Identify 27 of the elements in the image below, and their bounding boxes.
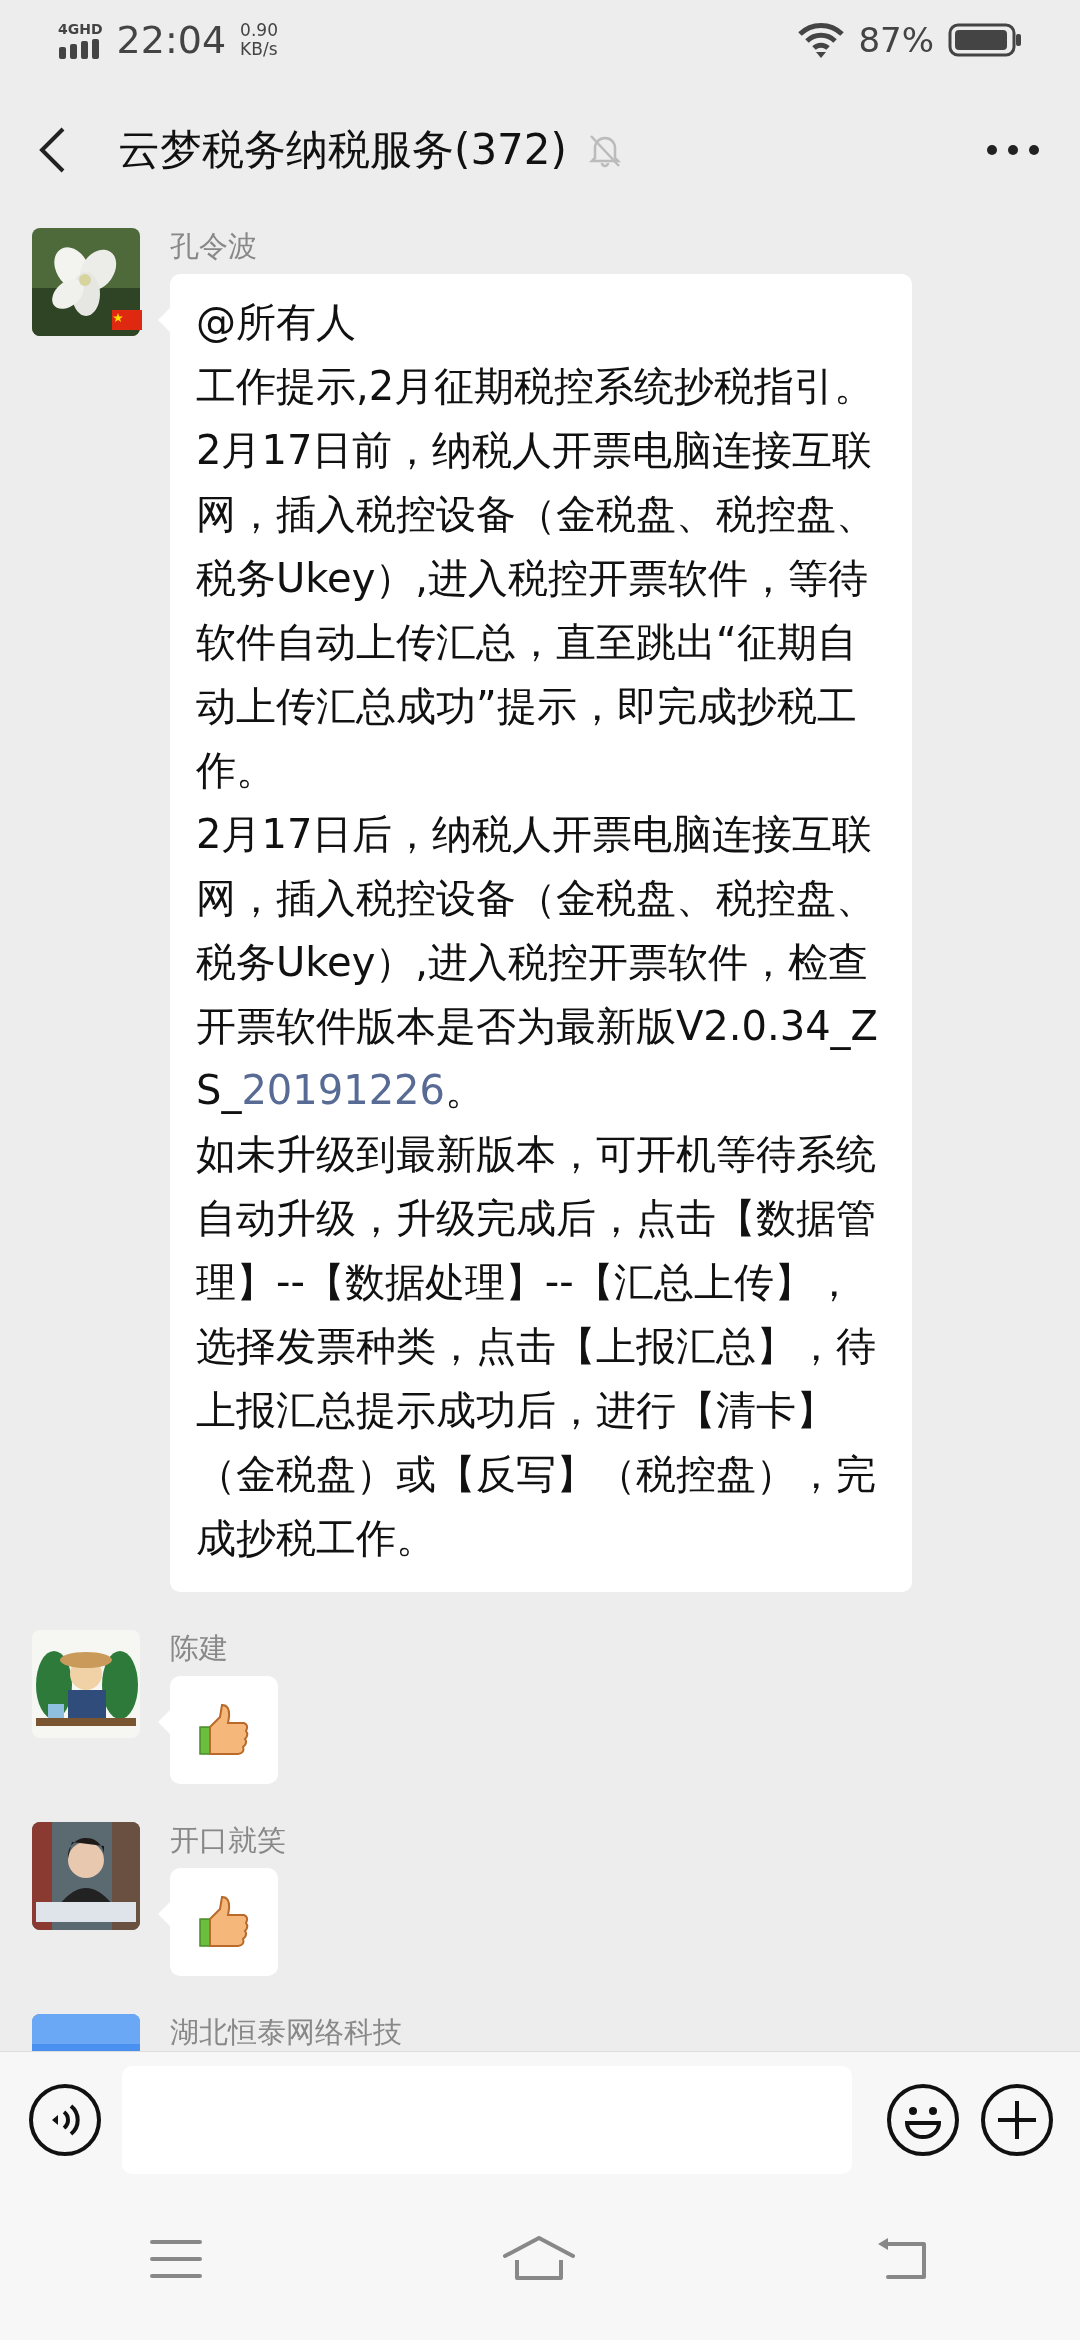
home-icon[interactable]: [503, 2236, 575, 2282]
menu-icon[interactable]: [150, 2239, 203, 2279]
emoji-icon[interactable]: [886, 2083, 960, 2157]
sender-name: 孔令波: [170, 228, 258, 264]
wifi-icon: [798, 22, 845, 58]
battery-icon: [948, 23, 1022, 57]
thumbs-up-icon: [198, 1895, 250, 1949]
message-text: 2月17日后，纳税人开票电脑连接互联网，插入税控设备（金税盘、税控盘、税务Ukey）,进入税控开票软件，检查开票软件版本是否为最新版V2.0.34_ZS_20191226。: [196, 810, 879, 1116]
network-label: 4GHD: [58, 21, 103, 37]
sender-name: 陈建: [170, 1630, 229, 1666]
message-text: @所有人: [196, 298, 357, 347]
more-icon[interactable]: [986, 144, 1040, 156]
message-text: 工作提示,2月征期税控系统抄税指引。2月17日前，纳税人开票电脑连接互联网，插入税控设备（金税盘、税控盘、税务Ukey）,进入税控开票软件，等待软件自动上传汇总，直至跳出“征期自动上传汇总成功”提示，即完成抄税工作。: [196, 362, 877, 795]
chat-title: 云梦税务纳税服务(372): [118, 124, 567, 176]
thumbs-up-icon: [198, 1703, 250, 1757]
sender-name: 开口就笑: [170, 1822, 286, 1858]
back-icon[interactable]: [38, 126, 66, 174]
clock-time: 22:04: [116, 18, 227, 62]
battery-percent: 87%: [858, 20, 934, 60]
number-link[interactable]: 20191226: [241, 1067, 445, 1113]
speed-value: 0.90: [240, 21, 278, 40]
sender-name: 湖北恒泰网络科技: [170, 2014, 402, 2050]
speed-unit: KB/s: [240, 40, 278, 59]
voice-icon[interactable]: [28, 2083, 102, 2157]
message-text: 如未升级到最新版本，可开机等待系统自动升级，升级完成后，点击【数据管理】--【数据处理】--【汇总上传】，选择发票种类，点击【上报汇总】，待上报汇总提示成功后，进行【清卡】（金税盘）或【反写】（税控盘），完成抄税工作。: [196, 1130, 877, 1563]
add-icon[interactable]: [980, 2083, 1054, 2157]
signal-icon: [59, 39, 102, 59]
